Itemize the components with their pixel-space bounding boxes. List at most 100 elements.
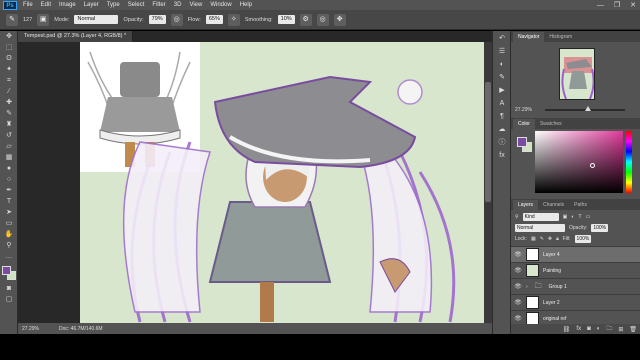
info-icon[interactable]: ⓘ: [495, 138, 509, 148]
tab-paths[interactable]: Paths: [569, 200, 592, 210]
menu-window[interactable]: Window: [210, 2, 231, 8]
visibility-eye-icon[interactable]: 👁︎: [514, 267, 522, 274]
brushes-icon[interactable]: ✎: [495, 73, 509, 83]
filter-pixel-icon[interactable]: ▣: [563, 214, 568, 220]
visibility-eye-icon[interactable]: 👁︎: [514, 283, 522, 290]
color-foreground-swatch[interactable]: [517, 137, 527, 147]
foreground-color-swatch[interactable]: [2, 266, 11, 275]
smoothing-input[interactable]: 10%: [277, 15, 295, 24]
zoom-tool-icon[interactable]: ⚲: [2, 241, 16, 251]
dodge-tool-icon[interactable]: ○: [2, 175, 16, 185]
crop-tool-icon[interactable]: ⌗: [2, 76, 16, 86]
tab-color[interactable]: Color: [513, 119, 535, 129]
marquee-tool-icon[interactable]: ⬚: [2, 43, 16, 53]
quick-mask-icon[interactable]: ◙: [2, 284, 16, 294]
menu-filter[interactable]: Filter: [152, 2, 165, 8]
paragraph-icon[interactable]: ¶: [495, 112, 509, 122]
tab-swatches[interactable]: Swatches: [535, 119, 567, 129]
shape-tool-icon[interactable]: ▭: [2, 219, 16, 229]
symmetry-icon[interactable]: ✥: [333, 13, 346, 26]
navigator-zoom-slider[interactable]: [545, 106, 625, 111]
layer-style-icon[interactable]: fx: [576, 326, 581, 332]
menu-image[interactable]: Image: [59, 2, 76, 8]
document-tab[interactable]: Tempest.psd @ 27.3% (Layer 4, RGB/8) *: [18, 31, 134, 42]
delete-layer-icon[interactable]: 🗑︎: [629, 326, 637, 333]
tab-navigator[interactable]: Navigator: [513, 32, 545, 42]
tab-channels[interactable]: Channels: [538, 200, 569, 210]
type-tool-icon[interactable]: T: [2, 197, 16, 207]
opacity-input[interactable]: 79%: [148, 15, 166, 24]
brush-tool-icon[interactable]: ✎: [2, 109, 16, 119]
layer-row-layer-2[interactable]: 👁︎ Layer 2: [511, 294, 640, 310]
eyedropper-tool-icon[interactable]: ⁄: [2, 87, 16, 97]
new-group-icon[interactable]: 🗀: [606, 324, 612, 334]
gear-icon[interactable]: ⚙: [299, 13, 312, 26]
lock-all-icon[interactable]: 🔒︎: [556, 236, 559, 242]
layer-row-painting[interactable]: 👁︎ Painting: [511, 262, 640, 278]
vertical-scrollbar[interactable]: [484, 42, 492, 323]
history-icon[interactable]: ↶: [495, 34, 509, 44]
adjustments-icon[interactable]: ◐: [495, 60, 509, 70]
color-picker-cursor[interactable]: [590, 163, 595, 168]
color-swatches[interactable]: [2, 266, 16, 280]
libraries-icon[interactable]: ☁: [495, 125, 509, 135]
screen-mode-icon[interactable]: ▢: [2, 295, 16, 305]
actions-icon[interactable]: ▶: [495, 86, 509, 96]
filter-type-icon[interactable]: T: [578, 214, 581, 220]
new-layer-icon[interactable]: ⊞: [618, 326, 623, 333]
blend-mode-select[interactable]: Normal: [515, 224, 565, 232]
brush-panel-icon[interactable]: ▣: [37, 13, 50, 26]
airbrush-icon[interactable]: ✧: [227, 13, 240, 26]
lock-paint-icon[interactable]: ✎: [540, 236, 544, 242]
add-mask-icon[interactable]: ◙: [587, 326, 591, 332]
path-select-tool-icon[interactable]: ➤: [2, 208, 16, 218]
visibility-eye-icon[interactable]: 👁︎: [514, 299, 522, 306]
tab-histogram[interactable]: Histogram: [544, 32, 577, 42]
pressure-size-icon[interactable]: ◎: [316, 13, 329, 26]
gradient-tool-icon[interactable]: ▦: [2, 153, 16, 163]
minimize-button[interactable]: —: [597, 2, 604, 9]
visibility-eye-icon[interactable]: 👁︎: [514, 315, 522, 322]
eraser-tool-icon[interactable]: ▱: [2, 142, 16, 152]
canvas[interactable]: [80, 42, 484, 323]
adjustment-layer-icon[interactable]: ◐: [597, 326, 601, 332]
status-zoom[interactable]: 27.29%: [22, 326, 39, 332]
pressure-opacity-icon[interactable]: ◎: [170, 13, 183, 26]
menu-edit[interactable]: Edit: [41, 2, 51, 8]
close-button[interactable]: ✕: [630, 1, 636, 9]
flow-input[interactable]: 65%: [205, 15, 223, 24]
filter-adjust-icon[interactable]: ◐: [571, 214, 574, 220]
layer-row-layer-4[interactable]: 👁︎ Layer 4: [511, 246, 640, 262]
menu-file[interactable]: File: [23, 2, 33, 8]
visibility-eye-icon[interactable]: 👁︎: [514, 251, 522, 258]
mode-select[interactable]: Normal: [74, 15, 119, 24]
maximize-button[interactable]: ❐: [614, 1, 620, 9]
fill-input[interactable]: 100%: [574, 235, 592, 243]
hand-tool-icon[interactable]: ✋: [2, 230, 16, 240]
layer-row-group-1[interactable]: 👁︎ › 🗀 Group 1: [511, 278, 640, 294]
menu-view[interactable]: View: [189, 2, 202, 8]
vertical-scroll-thumb[interactable]: [485, 82, 491, 202]
layer-opacity-input[interactable]: 100%: [591, 224, 609, 232]
pen-tool-icon[interactable]: ✒: [2, 186, 16, 196]
menu-3d[interactable]: 3D: [174, 2, 182, 8]
history-brush-icon[interactable]: ↺: [2, 131, 16, 141]
filter-shape-icon[interactable]: ▭: [586, 214, 591, 220]
styles-icon[interactable]: fx: [495, 151, 509, 161]
character-icon[interactable]: A: [495, 99, 509, 109]
stamp-tool-icon[interactable]: ♜: [2, 120, 16, 130]
quick-select-tool-icon[interactable]: ✦: [2, 65, 16, 75]
hue-slider[interactable]: [626, 131, 632, 193]
brush-size-value[interactable]: 127: [23, 17, 32, 23]
lock-pixels-icon[interactable]: ▦: [531, 236, 536, 242]
menu-select[interactable]: Select: [128, 2, 145, 8]
menu-layer[interactable]: Layer: [84, 2, 99, 8]
menu-type[interactable]: Type: [107, 2, 120, 8]
group-expand-chevron-icon[interactable]: ›: [526, 284, 528, 290]
blur-tool-icon[interactable]: ●: [2, 164, 16, 174]
tab-layers[interactable]: Layers: [513, 200, 539, 210]
lasso-tool-icon[interactable]: ʘ: [2, 54, 16, 64]
more-tools-icon[interactable]: …: [2, 252, 16, 262]
healing-tool-icon[interactable]: ✚: [2, 98, 16, 108]
brush-tool-preset-icon[interactable]: ✎: [6, 13, 18, 26]
